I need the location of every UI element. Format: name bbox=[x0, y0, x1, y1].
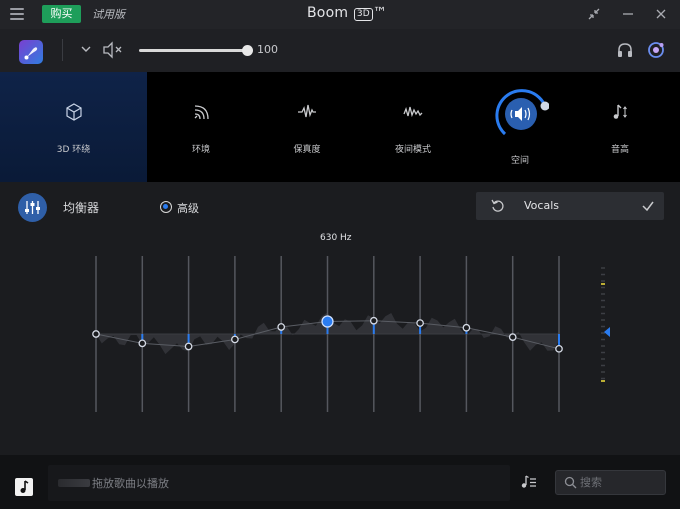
effect-night-mode[interactable]: 夜间模式 bbox=[359, 72, 467, 182]
effect-label: 夜间模式 bbox=[394, 145, 431, 155]
volume-value: 100 bbox=[257, 43, 278, 56]
buy-button[interactable]: 购买 bbox=[42, 5, 81, 23]
check-icon[interactable] bbox=[640, 198, 656, 214]
night-wave-icon bbox=[403, 106, 423, 118]
headphones-icon[interactable] bbox=[616, 41, 634, 59]
eq-band-knob[interactable] bbox=[321, 315, 334, 328]
drop-zone-text: 拖放歌曲以播放 bbox=[92, 477, 169, 490]
eq-band-knob[interactable] bbox=[277, 323, 286, 331]
pitch-note-icon bbox=[613, 104, 627, 119]
effect-spatial[interactable]: 空间 bbox=[466, 72, 574, 182]
effect-label: 空间 bbox=[510, 156, 529, 166]
minimize-window-icon[interactable] bbox=[620, 6, 636, 22]
hamburger-menu-icon[interactable] bbox=[10, 8, 24, 20]
eq-band-knob[interactable] bbox=[138, 339, 147, 348]
toolbar-divider bbox=[62, 39, 63, 61]
trademark-symbol: ™ bbox=[372, 5, 388, 21]
advanced-label: 高级 bbox=[177, 202, 199, 215]
fidelity-wave-icon bbox=[298, 104, 316, 118]
boost-icon[interactable] bbox=[646, 40, 666, 60]
eq-band-knob[interactable] bbox=[416, 319, 424, 327]
effect-label: 音高 bbox=[610, 145, 629, 155]
search-input[interactable] bbox=[580, 474, 660, 491]
app-title: Boom 3D ™ bbox=[307, 5, 387, 21]
effects-panel: 3D 环绕 环境 保真度 夜间模式 空间 音高 bbox=[0, 72, 680, 182]
chevron-down-icon[interactable] bbox=[80, 43, 92, 55]
shrink-window-icon[interactable] bbox=[586, 6, 602, 22]
spatial-dial[interactable] bbox=[493, 86, 549, 142]
level-meter-pointer[interactable] bbox=[604, 327, 610, 337]
eq-band-knob[interactable] bbox=[555, 344, 563, 353]
volume-slider-knob[interactable] bbox=[242, 45, 253, 56]
effect-label: 3D 环绕 bbox=[56, 145, 91, 155]
boom-logo-icon[interactable] bbox=[19, 40, 43, 64]
eq-band-knob[interactable] bbox=[369, 316, 378, 325]
advanced-radio-button[interactable] bbox=[160, 201, 172, 213]
search-icon bbox=[564, 476, 577, 489]
effect-label: 保真度 bbox=[293, 145, 321, 155]
ambience-icon bbox=[194, 105, 209, 120]
trial-label: 试用版 bbox=[92, 8, 125, 21]
effect-label: 环境 bbox=[191, 145, 210, 155]
preset-selector[interactable]: Vocals bbox=[476, 192, 664, 220]
speaker-mute-icon[interactable] bbox=[102, 41, 124, 59]
equalizer-graph bbox=[92, 256, 610, 412]
close-window-icon[interactable] bbox=[653, 6, 669, 22]
playlist-queue-icon[interactable] bbox=[519, 473, 537, 491]
title-bar: 购买 试用版 Boom 3D ™ bbox=[0, 0, 680, 29]
track-placeholder bbox=[58, 479, 90, 487]
effect-pitch[interactable]: 音高 bbox=[566, 72, 674, 182]
drop-zone[interactable]: 拖放歌曲以播放 bbox=[48, 465, 510, 501]
effect-ambience[interactable]: 环境 bbox=[147, 72, 255, 182]
app-3d-badge: 3D bbox=[353, 8, 373, 21]
selected-frequency-label: 630 Hz bbox=[320, 233, 352, 243]
eq-band-knob[interactable] bbox=[184, 342, 193, 351]
equalizer-label: 均衡器 bbox=[63, 201, 100, 215]
app-name: Boom bbox=[307, 5, 349, 21]
footer-bar: 拖放歌曲以播放 bbox=[0, 455, 680, 509]
cube-icon bbox=[65, 103, 82, 121]
reset-icon[interactable] bbox=[490, 198, 506, 214]
eq-band-knob[interactable] bbox=[231, 335, 239, 344]
search-box[interactable] bbox=[555, 470, 666, 495]
equalizer-panel: 均衡器 高级 Vocals 630 Hz bbox=[0, 182, 680, 455]
preset-name: Vocals bbox=[524, 199, 559, 212]
eq-band-knob[interactable] bbox=[508, 333, 517, 341]
volume-slider[interactable] bbox=[139, 45, 253, 56]
effect-fidelity[interactable]: 保真度 bbox=[253, 72, 361, 182]
eq-band-knob[interactable] bbox=[462, 323, 471, 332]
volume-bar: 100 bbox=[0, 29, 680, 72]
eq-band-knob[interactable] bbox=[92, 330, 100, 338]
music-note-icon[interactable] bbox=[15, 478, 33, 496]
equalizer-icon[interactable] bbox=[18, 193, 47, 222]
effect-3d-surround[interactable]: 3D 环绕 bbox=[0, 72, 147, 182]
